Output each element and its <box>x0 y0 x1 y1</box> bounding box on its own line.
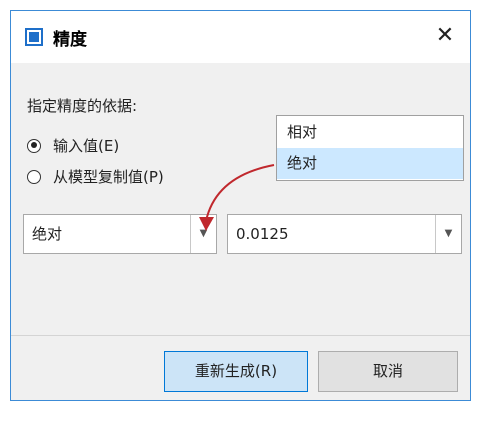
precision-dialog: 精度 ✕ 指定精度的依据: 输入值(E) 从模型复制值(P) 相对 绝对 绝对 … <box>10 10 471 401</box>
dropdown-arrow-icon[interactable]: ▼ <box>190 215 216 253</box>
close-icon[interactable]: ✕ <box>430 21 460 51</box>
combo-value: 0.0125 <box>236 225 289 243</box>
app-icon <box>25 28 43 46</box>
group-label: 指定精度的依据: <box>27 97 138 115</box>
radio-label: 输入值(E) <box>53 137 120 155</box>
dropdown-arrow-icon[interactable]: ▼ <box>435 215 461 253</box>
radio-checked-icon[interactable] <box>27 138 41 153</box>
regenerate-button[interactable]: 重新生成(R) <box>164 351 308 392</box>
precision-value-combo[interactable]: 0.0125 ▼ <box>227 214 462 254</box>
title-bar: 精度 ✕ <box>11 11 470 63</box>
radio-enter-value[interactable]: 输入值(E) <box>27 135 119 156</box>
cancel-button[interactable]: 取消 <box>318 351 458 392</box>
dropdown-option-absolute[interactable]: 绝对 <box>277 148 463 179</box>
radio-label: 从模型复制值(P) <box>53 168 164 186</box>
precision-type-combo[interactable]: 绝对 ▼ <box>23 214 217 254</box>
dropdown-option-relative[interactable]: 相对 <box>277 117 463 148</box>
footer-separator <box>11 335 470 336</box>
annotation-arrow-icon <box>199 164 275 231</box>
radio-copy-from-model[interactable]: 从模型复制值(P) <box>27 166 164 187</box>
dropdown-popup: 相对 绝对 <box>276 115 464 181</box>
combo-value: 绝对 <box>32 225 63 243</box>
radio-unchecked-icon[interactable] <box>27 169 41 184</box>
dialog-title: 精度 <box>53 30 87 50</box>
